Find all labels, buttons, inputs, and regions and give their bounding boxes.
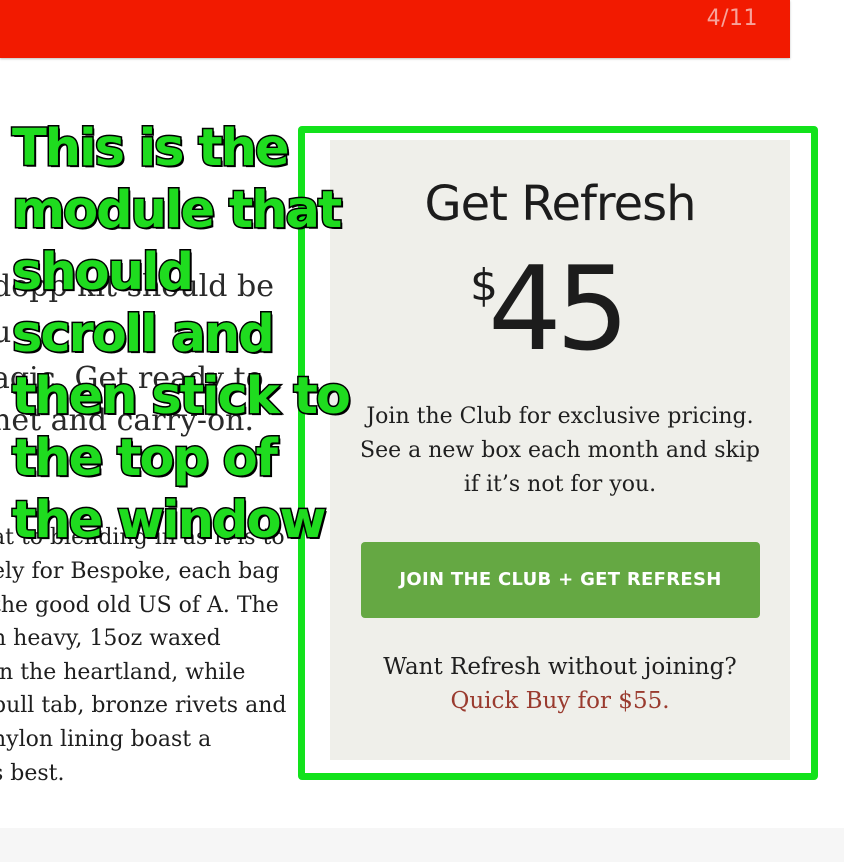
article-line: in the heartland, while — [0, 660, 246, 685]
article-line: ely for Bespoke, each bag — [0, 559, 280, 584]
module-title: Get Refresh — [424, 176, 696, 232]
quick-buy-question: Want Refresh without joining? — [383, 654, 737, 680]
price-amount: 45 — [488, 242, 630, 377]
page: 4/11 dopp kit should be u agic. Get read… — [0, 0, 844, 862]
footer-strip — [0, 828, 844, 862]
annotation-line: then stick to — [11, 366, 353, 428]
slide-counter: 4/11 — [706, 6, 758, 31]
price: $ 45 — [330, 242, 790, 377]
subscription-module: Get Refresh $ 45 Join the Club for exclu… — [330, 140, 790, 760]
article-line: u — [0, 315, 12, 350]
article-line: the good old US of A. The — [0, 593, 279, 618]
article-line: pull tab, bronze rivets and — [0, 693, 287, 718]
annotation-line: module that — [11, 180, 344, 242]
annotation-line: the window — [11, 490, 329, 552]
article-line: s best. — [0, 761, 65, 786]
module-description: Join the Club for exclusive pricing. See… — [360, 404, 760, 497]
join-club-button[interactable]: JOIN THE CLUB + GET REFRESH — [361, 542, 760, 618]
annotation-line: This is the — [11, 118, 292, 180]
article-line: n heavy, 15oz waxed — [0, 626, 221, 651]
quick-buy-link[interactable]: Quick Buy for $55. — [330, 688, 790, 714]
annotation-line: scroll and — [11, 304, 277, 366]
annotation-text: This is the module that should scroll an… — [11, 118, 353, 552]
article-line: nylon lining boast a — [0, 727, 212, 752]
annotation-line: the top of — [11, 428, 280, 490]
annotation-line: should — [11, 242, 196, 304]
